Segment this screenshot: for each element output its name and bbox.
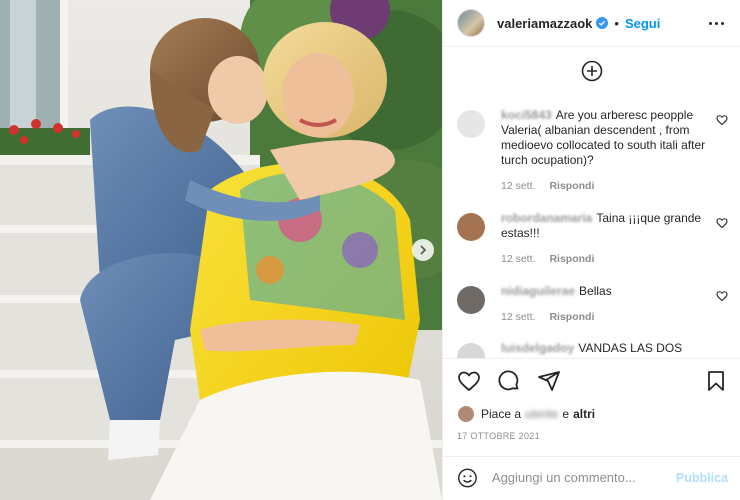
likes-prefix: Piace a: [481, 407, 522, 421]
comment-item: luisdelgadoy VANDAS LAS DOS: [443, 341, 740, 358]
header-separator: •: [614, 15, 619, 31]
comment-input[interactable]: [491, 470, 668, 485]
share-icon[interactable]: [537, 369, 561, 393]
emoji-icon[interactable]: [457, 467, 478, 489]
comment-age: 12 sett.: [501, 311, 536, 323]
reply-button[interactable]: Rispondi: [549, 179, 594, 194]
commenter-username[interactable]: robordanamaria: [501, 211, 592, 225]
likes-summary[interactable]: Piace a utente e altri: [443, 403, 740, 425]
comment-like-heart-icon[interactable]: [716, 114, 728, 126]
more-options-icon[interactable]: [705, 18, 728, 29]
comment-icon[interactable]: [497, 369, 521, 393]
post-photo[interactable]: [0, 0, 442, 500]
comment-item: nidiaguilerae Bellas 12 sett. Rispondi: [443, 284, 740, 325]
comment-item: koci5843 Are you arberesc peopple Valeria…: [443, 108, 740, 194]
load-more-comments: [443, 48, 740, 94]
commenter-avatar[interactable]: [457, 213, 485, 241]
carousel-next-icon[interactable]: [412, 239, 434, 261]
commenter-avatar[interactable]: [457, 343, 485, 358]
commenter-username[interactable]: nidiaguilerae: [501, 284, 575, 298]
comment-like-heart-icon[interactable]: [716, 290, 728, 302]
action-icons-row: [443, 359, 740, 403]
comment-age: 12 sett.: [501, 180, 536, 192]
post-actions: Piace a utente e altri 17 OTTOBRE 2021 P…: [443, 358, 740, 498]
comment-text: VANDAS LAS DOS: [578, 341, 683, 355]
comments-list[interactable]: koci5843 Are you arberesc peopple Valeria…: [443, 48, 740, 358]
likes-mid: e: [562, 407, 570, 421]
commenter-username[interactable]: koci5843: [501, 108, 552, 122]
author-avatar[interactable]: [457, 9, 485, 37]
verified-badge-icon: [596, 17, 609, 29]
publish-button[interactable]: Pubblica: [676, 471, 728, 485]
post-image: [0, 0, 442, 500]
comment-age: 12 sett.: [501, 253, 536, 265]
commenter-avatar[interactable]: [457, 110, 485, 138]
reply-button[interactable]: Rispondi: [549, 310, 594, 325]
post-header: valeriamazzaok • Segui: [443, 0, 740, 47]
liker-avatar: [457, 405, 475, 423]
reply-button[interactable]: Rispondi: [549, 252, 594, 267]
comment-like-heart-icon[interactable]: [716, 217, 728, 229]
liker-username[interactable]: utente: [525, 407, 558, 421]
commenter-username[interactable]: luisdelgadoy: [501, 341, 574, 355]
heart-icon[interactable]: [457, 369, 481, 393]
post-side-panel: valeriamazzaok • Segui koci5843 Are you a…: [442, 0, 740, 500]
post-date: 17 OTTOBRE 2021: [457, 431, 540, 441]
commenter-avatar[interactable]: [457, 286, 485, 314]
comment-item: robordanamaria Taina ¡¡¡que grande estas!…: [443, 211, 740, 267]
add-comment-plus-icon[interactable]: [581, 60, 603, 82]
likes-others[interactable]: altri: [573, 407, 595, 421]
author-username[interactable]: valeriamazzaok: [497, 16, 592, 31]
comment-text: Bellas: [579, 284, 612, 298]
bookmark-icon[interactable]: [704, 369, 728, 393]
add-comment-bar: Pubblica: [443, 456, 740, 498]
follow-button[interactable]: Segui: [625, 16, 660, 31]
